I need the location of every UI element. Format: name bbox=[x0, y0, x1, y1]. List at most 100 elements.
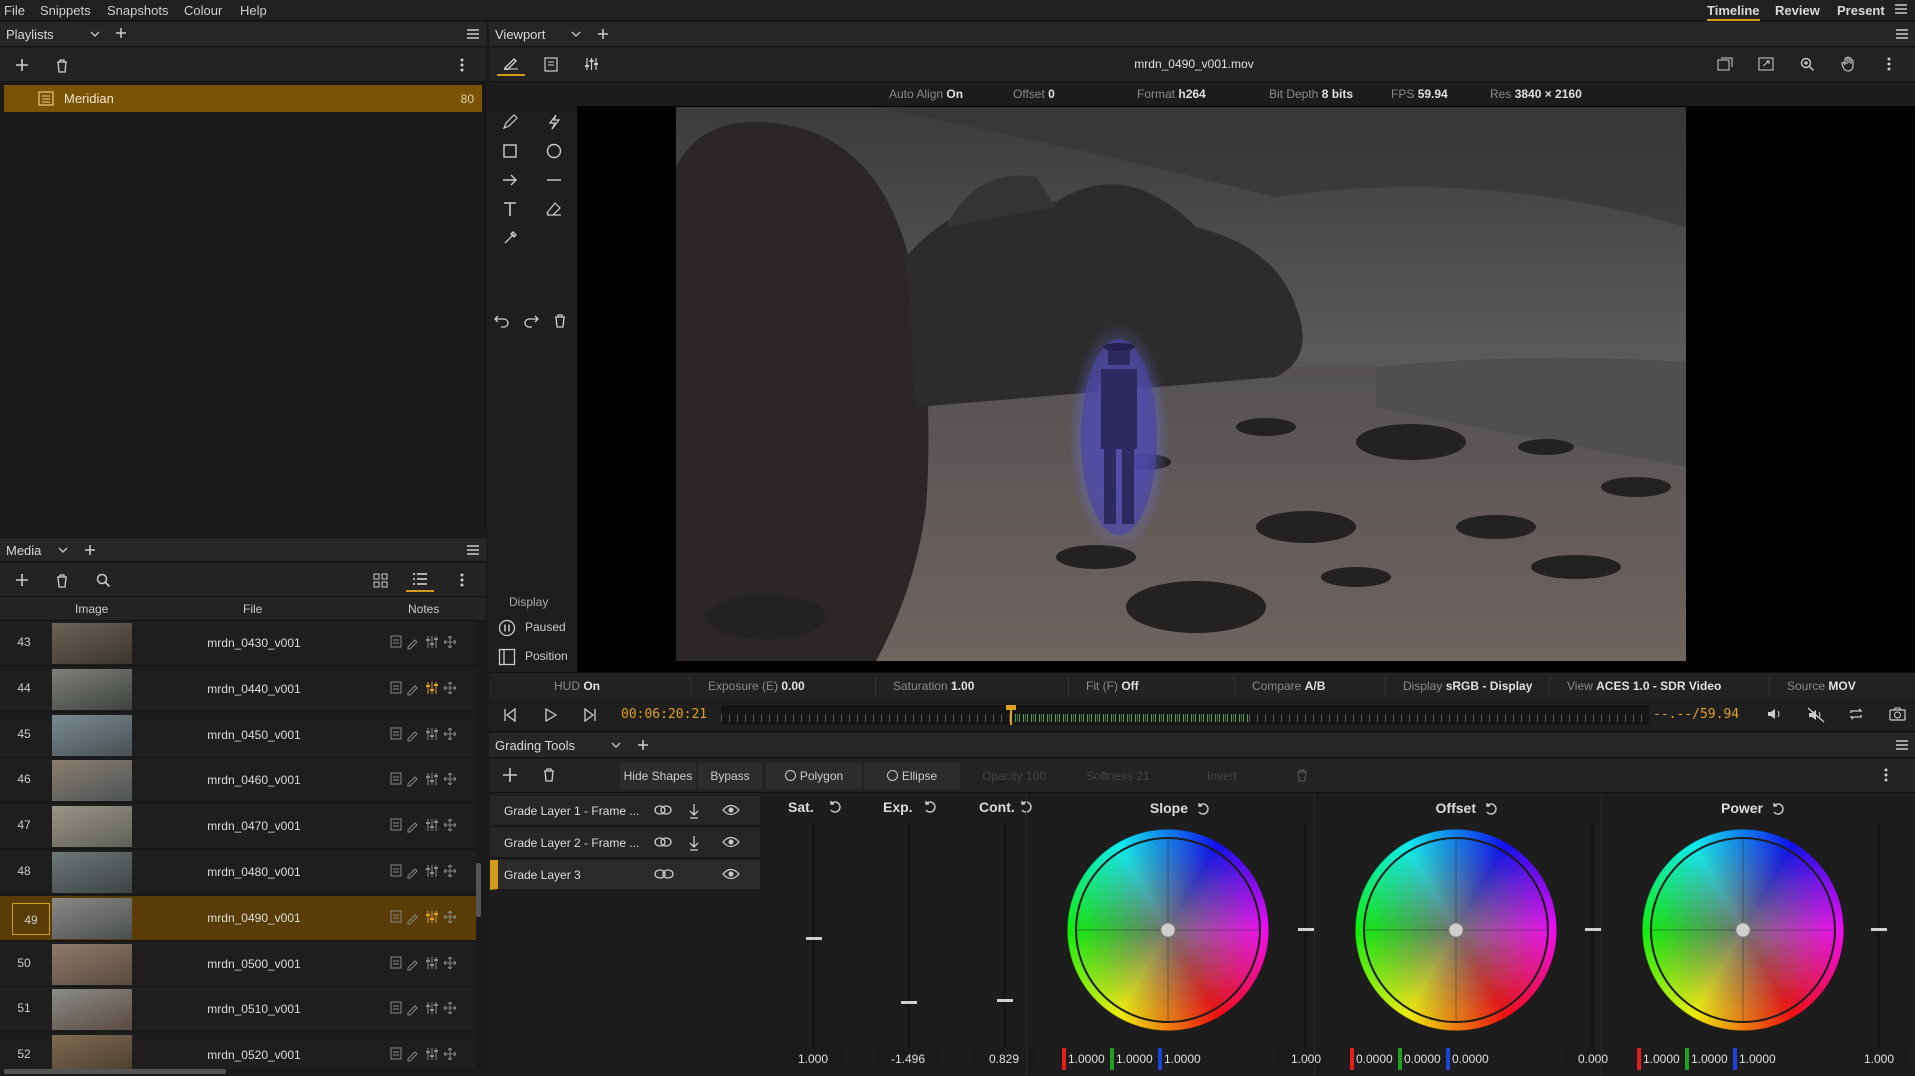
trash-icon[interactable] bbox=[48, 53, 76, 77]
ellipse-button[interactable]: Ellipse bbox=[864, 763, 960, 789]
media-row[interactable]: 49 mrdn_0490_v001 bbox=[0, 895, 476, 941]
compare-layout-icon[interactable] bbox=[1711, 52, 1739, 76]
undo-icon[interactable] bbox=[490, 308, 514, 332]
channel-g-value[interactable]: 0.0000 bbox=[1404, 1052, 1441, 1066]
media-row[interactable]: 51 mrdn_0510_v001 bbox=[0, 987, 476, 1033]
media-row[interactable]: 43 mrdn_0430_v001 bbox=[0, 621, 476, 666]
hamburger-menu-icon[interactable] bbox=[466, 544, 480, 556]
playlist-item-meridian[interactable]: Meridian 80 bbox=[4, 85, 482, 112]
vertical-scrollbar[interactable] bbox=[476, 863, 481, 917]
media-row[interactable]: 44 mrdn_0440_v001 bbox=[0, 666, 476, 712]
redo-icon[interactable] bbox=[519, 308, 543, 332]
pan-hand-icon[interactable] bbox=[1834, 52, 1862, 76]
media-row[interactable]: 48 mrdn_0480_v001 bbox=[0, 850, 476, 895]
chevron-down-icon[interactable] bbox=[58, 546, 68, 554]
opacity-control[interactable]: Opacity 100 bbox=[964, 763, 1064, 789]
slider-track[interactable] bbox=[1003, 823, 1006, 1053]
slider-value[interactable]: -1.496 bbox=[877, 1048, 939, 1070]
position-label[interactable]: Position bbox=[525, 649, 568, 663]
channel-b-value[interactable]: 0.0000 bbox=[1452, 1052, 1489, 1066]
slider-value[interactable]: 1.000 bbox=[782, 1048, 844, 1070]
master-slider-knob[interactable] bbox=[1298, 928, 1314, 931]
reset-icon[interactable] bbox=[923, 800, 937, 814]
eye-icon[interactable] bbox=[722, 836, 740, 848]
media-row[interactable]: 52 mrdn_0520_v001 bbox=[0, 1033, 476, 1069]
play-icon[interactable] bbox=[543, 708, 557, 722]
delete-shape-button[interactable] bbox=[1274, 763, 1330, 789]
hide-shapes-button[interactable]: Hide Shapes bbox=[620, 763, 696, 789]
add-playlist-button[interactable] bbox=[8, 53, 36, 77]
master-value[interactable]: 1.000 bbox=[1849, 1048, 1909, 1070]
playlists-title[interactable]: Playlists bbox=[6, 27, 54, 42]
channel-r-value[interactable]: 0.0000 bbox=[1356, 1052, 1393, 1066]
master-slider-track[interactable] bbox=[1591, 823, 1594, 1053]
line-icon[interactable] bbox=[542, 168, 566, 192]
hud-item[interactable]: Compare A/B bbox=[1252, 679, 1325, 693]
mute-icon[interactable] bbox=[1807, 707, 1825, 723]
laser-icon[interactable] bbox=[542, 110, 566, 134]
hamburger-menu-icon[interactable] bbox=[1895, 739, 1909, 751]
chevron-down-icon[interactable] bbox=[611, 741, 621, 749]
position-icon[interactable] bbox=[498, 648, 516, 666]
menu-snippets[interactable]: Snippets bbox=[40, 3, 91, 18]
channel-b-value[interactable]: 1.0000 bbox=[1739, 1052, 1776, 1066]
annotate-icon[interactable] bbox=[497, 52, 525, 76]
playhead-handle[interactable] bbox=[1006, 705, 1016, 710]
arrow-icon[interactable] bbox=[498, 168, 522, 192]
media-title[interactable]: Media bbox=[6, 543, 41, 558]
mask-icon[interactable] bbox=[654, 836, 672, 848]
reset-icon[interactable] bbox=[828, 800, 842, 814]
zoom-icon[interactable] bbox=[1793, 52, 1821, 76]
slider-knob[interactable] bbox=[901, 1001, 917, 1005]
rectangle-icon[interactable] bbox=[498, 139, 522, 163]
column-notes[interactable]: Notes bbox=[408, 602, 439, 616]
polygon-button[interactable]: Polygon bbox=[766, 763, 862, 789]
grid-view-icon[interactable] bbox=[366, 568, 394, 592]
search-icon[interactable] bbox=[89, 568, 117, 592]
add-panel-icon[interactable] bbox=[84, 544, 96, 556]
more-options-icon[interactable] bbox=[448, 53, 476, 77]
keyframe-icon[interactable] bbox=[688, 835, 700, 851]
eye-icon[interactable] bbox=[722, 868, 740, 880]
hud-item[interactable]: Source MOV bbox=[1787, 679, 1856, 693]
media-row[interactable]: 46 mrdn_0460_v001 bbox=[0, 758, 476, 804]
colour-wheel[interactable] bbox=[1638, 825, 1848, 1035]
hamburger-menu-icon[interactable] bbox=[1894, 3, 1908, 15]
trash-icon[interactable] bbox=[548, 308, 572, 332]
viewport-title[interactable]: Viewport bbox=[495, 27, 545, 42]
list-view-icon[interactable] bbox=[406, 568, 434, 592]
tab-present[interactable]: Present bbox=[1837, 3, 1885, 18]
pause-icon[interactable] bbox=[498, 619, 516, 637]
circle-icon[interactable] bbox=[542, 139, 566, 163]
skip-back-icon[interactable] bbox=[503, 708, 517, 722]
column-image[interactable]: Image bbox=[75, 602, 108, 616]
master-slider-knob[interactable] bbox=[1585, 928, 1601, 931]
grade-layer-1[interactable]: Grade Layer 1 - Frame ... bbox=[490, 796, 760, 826]
wheel-handle[interactable] bbox=[1160, 922, 1176, 938]
loop-icon[interactable] bbox=[1848, 707, 1864, 721]
camera-icon[interactable] bbox=[1889, 707, 1906, 721]
slider-knob[interactable] bbox=[806, 937, 822, 940]
add-panel-icon[interactable] bbox=[597, 28, 609, 40]
keyframe-icon[interactable] bbox=[688, 803, 700, 819]
wheel-handle[interactable] bbox=[1735, 922, 1751, 938]
tab-review[interactable]: Review bbox=[1775, 3, 1820, 18]
eye-icon[interactable] bbox=[722, 804, 740, 816]
grading-title[interactable]: Grading Tools bbox=[495, 738, 575, 753]
hud-item[interactable]: HUD On bbox=[554, 679, 600, 693]
slider-track[interactable] bbox=[907, 823, 910, 1053]
more-options-icon[interactable] bbox=[1884, 768, 1888, 782]
hud-item[interactable]: View ACES 1.0 - SDR Video bbox=[1567, 679, 1721, 693]
hud-item[interactable]: Saturation 1.00 bbox=[893, 679, 974, 693]
reset-icon[interactable] bbox=[1196, 802, 1210, 816]
popout-icon[interactable] bbox=[1752, 52, 1780, 76]
master-slider-knob[interactable] bbox=[1871, 928, 1887, 931]
menu-colour[interactable]: Colour bbox=[184, 3, 222, 18]
grade-layer-2[interactable]: Grade Layer 2 - Frame ... bbox=[490, 828, 760, 858]
invert-button[interactable]: Invert bbox=[1172, 763, 1272, 789]
hamburger-menu-icon[interactable] bbox=[1895, 28, 1909, 40]
grade-layer-3[interactable]: Grade Layer 3 bbox=[490, 860, 760, 890]
menu-snapshots[interactable]: Snapshots bbox=[107, 3, 168, 18]
reset-icon[interactable] bbox=[1771, 802, 1785, 816]
chevron-down-icon[interactable] bbox=[90, 30, 100, 38]
